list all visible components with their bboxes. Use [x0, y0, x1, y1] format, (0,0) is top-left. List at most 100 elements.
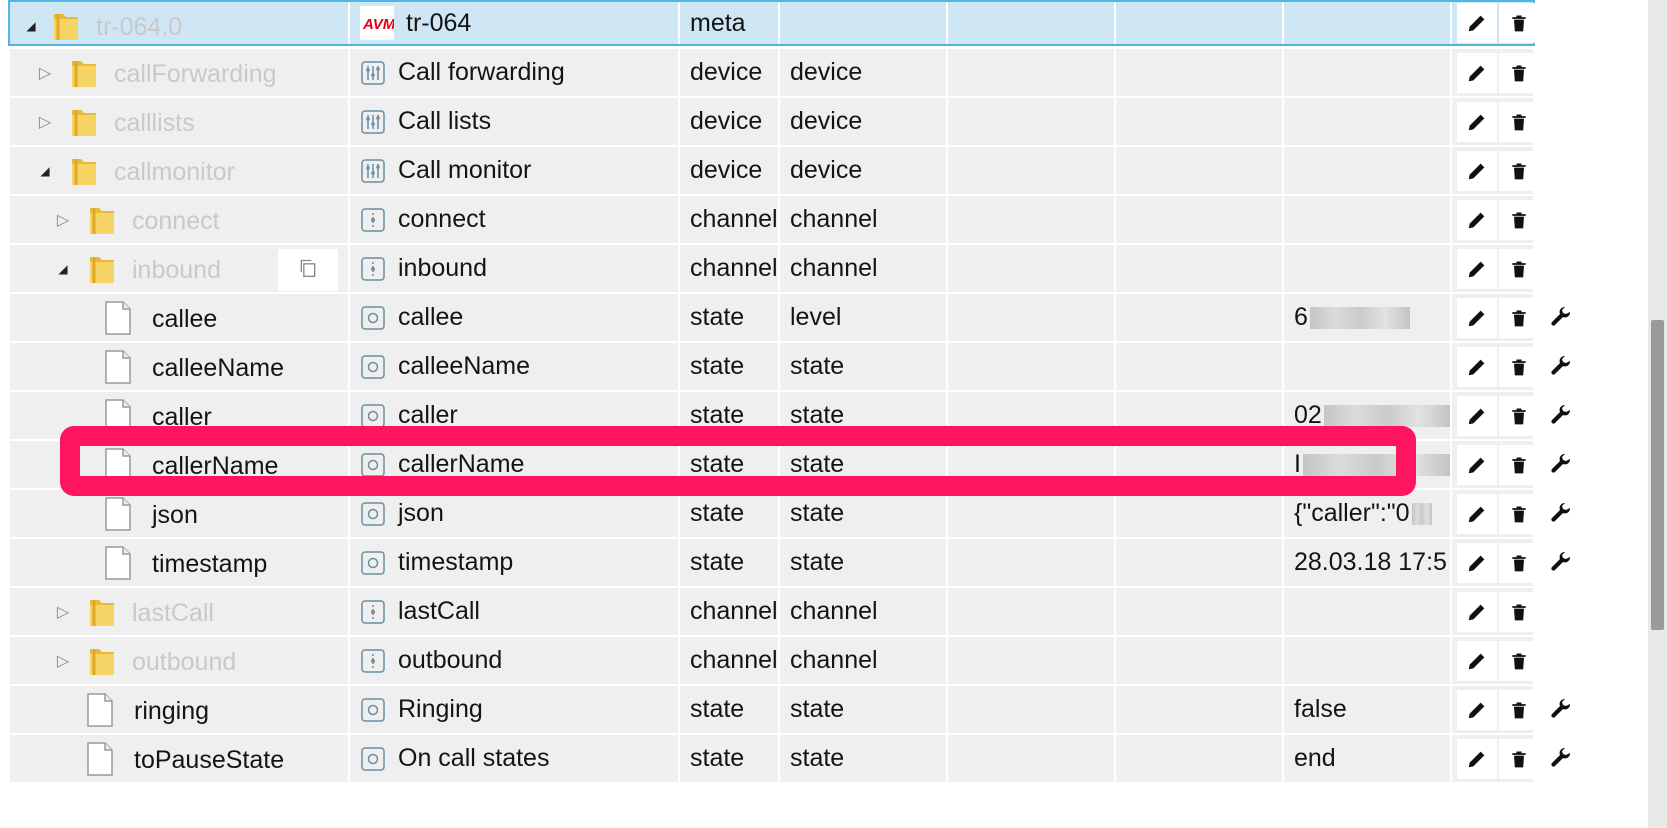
- edit-button[interactable]: [1457, 738, 1497, 779]
- role-cell: state: [780, 539, 948, 586]
- tree-row[interactable]: timestamp timestamp state state 28.03.18 17:…: [10, 539, 1581, 588]
- tree-row[interactable]: toPauseState On call states state state end: [10, 735, 1581, 784]
- delete-button[interactable]: [1499, 738, 1539, 779]
- name-cell: Ringing: [350, 686, 680, 733]
- tree-row[interactable]: ▷ lastCall lastCall channel channel: [10, 588, 1539, 637]
- role-cell: state: [780, 392, 948, 439]
- object-type: state: [690, 548, 745, 576]
- pencil-icon: [1466, 552, 1488, 574]
- custom-settings-button[interactable]: [1541, 297, 1581, 338]
- object-role: state: [790, 401, 845, 429]
- object-type: state: [690, 303, 745, 331]
- folder-icon: [88, 204, 116, 236]
- custom-settings-button[interactable]: [1541, 395, 1581, 436]
- pencil-icon: [1466, 650, 1488, 672]
- pencil-icon: [1466, 258, 1488, 280]
- file-icon: [104, 350, 132, 384]
- delete-button[interactable]: [1499, 3, 1539, 43]
- edit-button[interactable]: [1457, 199, 1497, 240]
- tree-row[interactable]: ◢ callmonitor Call monitor device device: [10, 147, 1539, 196]
- object-type: device: [690, 107, 763, 135]
- edit-button[interactable]: [1457, 542, 1497, 583]
- edit-button[interactable]: [1457, 3, 1497, 43]
- object-name: callerName: [398, 450, 525, 478]
- edit-button[interactable]: [1457, 444, 1497, 485]
- delete-button[interactable]: [1499, 150, 1539, 191]
- room-cell: [948, 539, 1116, 586]
- tree-row[interactable]: json json state state {"caller":"0: [10, 490, 1581, 539]
- copy-id-button[interactable]: [278, 249, 338, 291]
- delete-button[interactable]: [1499, 199, 1539, 240]
- delete-button[interactable]: [1499, 52, 1539, 93]
- role-cell: state: [780, 343, 948, 390]
- edit-button[interactable]: [1457, 297, 1497, 338]
- collapse-toggle-icon[interactable]: ◢: [38, 164, 52, 178]
- object-name: tr-064: [406, 8, 472, 37]
- tree-row[interactable]: ringing Ringing state state false: [10, 686, 1581, 735]
- delete-button[interactable]: [1499, 689, 1539, 730]
- tree-row[interactable]: ◢ tr-064.0 AVM tr-064 meta: [8, 0, 1539, 46]
- wrench-icon: [1549, 551, 1573, 575]
- delete-button[interactable]: [1499, 297, 1539, 338]
- room-cell: [948, 588, 1116, 635]
- tree-row[interactable]: ▷ callForwarding Call forwarding device devi…: [10, 49, 1539, 98]
- vertical-scrollbar[interactable]: [1648, 0, 1667, 828]
- role-cell: state: [780, 735, 948, 782]
- tree-row[interactable]: ◢ inbound inbound channel channel: [10, 245, 1539, 294]
- actions-cell: [1452, 735, 1633, 782]
- scrollbar-thumb[interactable]: [1651, 320, 1664, 630]
- edit-button[interactable]: [1457, 640, 1497, 681]
- tree-row[interactable]: callee callee state level 6: [10, 294, 1581, 343]
- edit-button[interactable]: [1457, 689, 1497, 730]
- delete-button[interactable]: [1499, 542, 1539, 583]
- state-icon: [360, 550, 386, 576]
- state-icon: [360, 403, 386, 429]
- object-role: state: [790, 450, 845, 478]
- expand-toggle-icon[interactable]: ▷: [38, 114, 52, 131]
- tree-row[interactable]: ▷ connect connect channel channel: [10, 196, 1539, 245]
- tree-row[interactable]: calleeName calleeName state state: [10, 343, 1581, 392]
- expand-toggle-icon[interactable]: ▷: [56, 653, 70, 670]
- expand-toggle-icon[interactable]: ▷: [38, 65, 52, 82]
- delete-button[interactable]: [1499, 640, 1539, 681]
- custom-settings-button[interactable]: [1541, 689, 1581, 730]
- edit-button[interactable]: [1457, 591, 1497, 632]
- delete-button[interactable]: [1499, 101, 1539, 142]
- expand-toggle-icon[interactable]: ▷: [56, 212, 70, 229]
- delete-button[interactable]: [1499, 248, 1539, 289]
- edit-button[interactable]: [1457, 150, 1497, 191]
- delete-button[interactable]: [1499, 444, 1539, 485]
- edit-button[interactable]: [1457, 395, 1497, 436]
- delete-button[interactable]: [1499, 493, 1539, 534]
- tree-row[interactable]: callerName callerName state state I: [10, 441, 1581, 490]
- expand-toggle-icon[interactable]: ▷: [56, 604, 70, 621]
- custom-settings-button[interactable]: [1541, 444, 1581, 485]
- object-role: device: [790, 156, 863, 184]
- object-id: callee: [152, 305, 218, 333]
- custom-settings-button[interactable]: [1541, 542, 1581, 583]
- state-icon: [360, 697, 386, 723]
- object-type: channel: [690, 254, 778, 282]
- id-cell: ▷ lastCall: [10, 588, 350, 635]
- object-name: outbound: [398, 646, 503, 674]
- delete-button[interactable]: [1499, 591, 1539, 632]
- function-cell: [1116, 196, 1284, 243]
- object-type: state: [690, 744, 745, 772]
- collapse-toggle-icon[interactable]: ◢: [24, 19, 38, 33]
- tree-row[interactable]: ▷ outbound outbound channel channel: [10, 637, 1539, 686]
- delete-button[interactable]: [1499, 346, 1539, 387]
- custom-settings-button[interactable]: [1541, 738, 1581, 779]
- edit-button[interactable]: [1457, 346, 1497, 387]
- object-id: json: [152, 501, 198, 529]
- custom-settings-button[interactable]: [1541, 346, 1581, 387]
- collapse-toggle-icon[interactable]: ◢: [56, 262, 70, 276]
- edit-button[interactable]: [1457, 493, 1497, 534]
- edit-button[interactable]: [1457, 101, 1497, 142]
- id-cell: ▷ connect: [10, 196, 350, 243]
- tree-row[interactable]: ▷ calllists Call lists device device: [10, 98, 1539, 147]
- tree-row[interactable]: caller caller state state 02: [10, 392, 1581, 441]
- edit-button[interactable]: [1457, 248, 1497, 289]
- delete-button[interactable]: [1499, 395, 1539, 436]
- custom-settings-button[interactable]: [1541, 493, 1581, 534]
- edit-button[interactable]: [1457, 52, 1497, 93]
